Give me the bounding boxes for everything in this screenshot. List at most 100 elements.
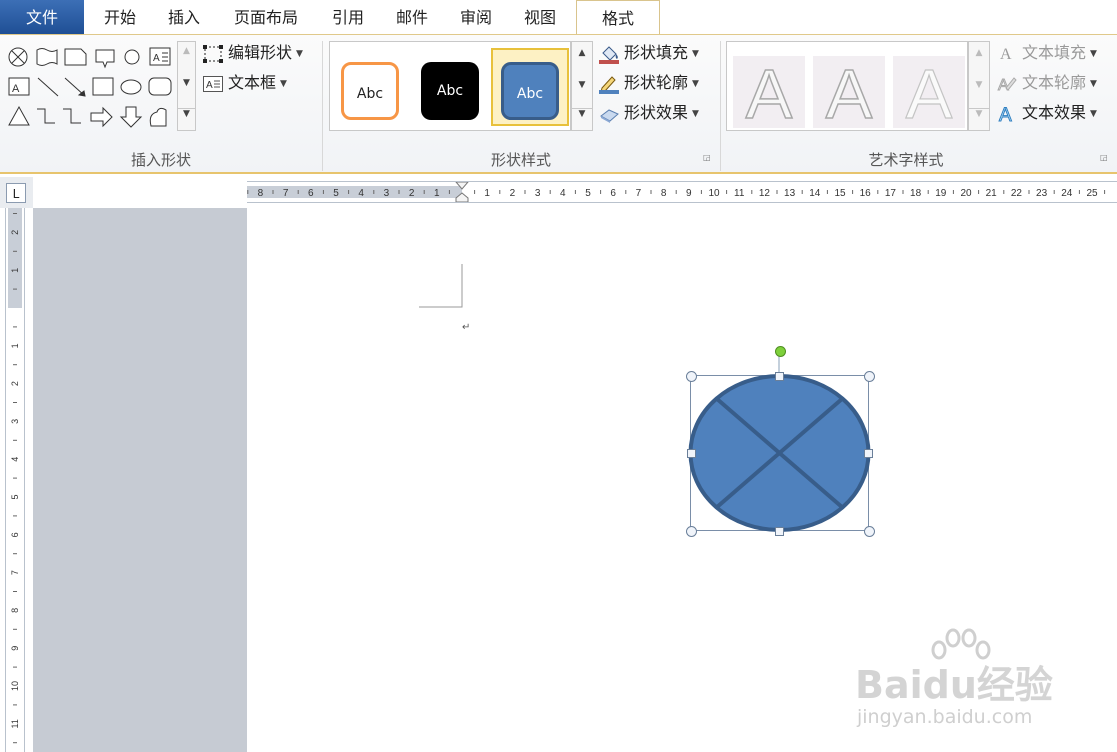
shapes-more-button[interactable]: ▼ — [178, 108, 195, 119]
arrow-line-icon — [64, 77, 86, 97]
text-effects-icon: A — [999, 104, 1013, 124]
shapes-gallery[interactable]: A A — [5, 41, 177, 131]
tab-references[interactable]: 引用 — [316, 0, 380, 34]
rotation-handle[interactable] — [775, 346, 786, 357]
wordart-scroll-up-button[interactable]: ▲ — [969, 48, 989, 58]
resize-handle-left[interactable] — [687, 449, 696, 458]
tab-format[interactable]: 格式 — [576, 0, 660, 36]
dropdown-arrow-icon: ▼ — [692, 108, 699, 119]
ruler-number: 4 — [358, 188, 364, 199]
ruler-number: 1 — [10, 268, 20, 273]
tab-stop-selector-button[interactable]: L — [6, 183, 26, 203]
text-effects-button[interactable]: A 文本效果 ▼ — [996, 101, 1097, 125]
shapes-scroll-down-button[interactable]: ▼ — [178, 78, 195, 88]
ruler-number: 20 — [960, 188, 972, 199]
text-fill-button[interactable]: A 文本填充 ▼ — [996, 41, 1097, 65]
dropdown-arrow-icon: ▼ — [692, 78, 699, 89]
edit-shape-button[interactable]: 编辑形状 ▼ — [202, 41, 303, 65]
ruler-number: 24 — [1061, 188, 1073, 199]
resize-handle-bottom-right[interactable] — [864, 526, 875, 537]
horizontal-ruler[interactable]: 8 7 6 5 4 3 2 1 1 2 3 4 5 6 7 8 9 10 11 12 13 14 15 16 17 18 19 20 2… — [247, 181, 1117, 203]
tab-review[interactable]: 审阅 — [444, 0, 508, 34]
ruler-number: 8 — [10, 608, 20, 613]
circle-icon — [124, 49, 140, 65]
group-label-shape-styles: 形状样式 — [490, 151, 551, 169]
wordart-letter-icon: A — [905, 54, 953, 133]
shapes-gallery-scroll: ▲ ▼ ▼ — [177, 41, 196, 131]
wordart-letter-icon: A — [745, 54, 794, 134]
text-fill-label: 文本填充 — [1022, 43, 1087, 62]
shapes-gallery-icons: A A — [8, 47, 172, 128]
workspace-background — [33, 208, 247, 752]
ruler-number: 5 — [585, 188, 591, 199]
document-page[interactable]: ↵ Baidu经验 jingyan.baidu.com — [247, 208, 1117, 752]
ruler-number: 13 — [784, 188, 796, 199]
ruler-number: 11 — [734, 188, 745, 199]
resize-handle-bottom[interactable] — [775, 527, 784, 536]
style-preset-orange-outline[interactable]: Abc — [341, 62, 399, 120]
shape-styles-more-button[interactable]: ▼ — [572, 108, 592, 119]
dropdown-arrow-icon: ▼ — [692, 48, 699, 59]
shape-styles-scroll-down-button[interactable]: ▼ — [572, 80, 592, 90]
oval-icon — [120, 79, 142, 95]
wordart-dialog-launcher-icon[interactable]: ◲ — [1100, 153, 1109, 162]
wordart-scroll-down-button[interactable]: ▼ — [969, 80, 989, 90]
rectangle-icon — [92, 77, 114, 96]
tab-mailings[interactable]: 邮件 — [380, 0, 444, 34]
resize-handle-top[interactable] — [775, 372, 784, 381]
svg-text:A: A — [906, 56, 953, 128]
shape-styles-gallery: Abc Abc Abc — [329, 41, 571, 131]
text-outline-label: 文本轮廓 — [1022, 73, 1087, 92]
ruler-number: 6 — [610, 188, 616, 199]
dropdown-arrow-icon: ▼ — [296, 48, 303, 59]
resize-handle-top-right[interactable] — [864, 371, 875, 382]
shape-effects-icon — [600, 108, 619, 123]
svg-text:A: A — [826, 56, 873, 128]
text-box-button[interactable]: A 文本框 ▼ — [202, 71, 287, 95]
shape-styles-scroll: ▲ ▼ ▼ — [571, 41, 593, 131]
paint-bucket-icon — [599, 45, 619, 64]
text-box-icon: A — [149, 47, 171, 66]
wordart-style-3[interactable]: A — [893, 54, 965, 134]
tab-insert[interactable]: 插入 — [152, 0, 216, 34]
shape-fill-button[interactable]: 形状填充 ▼ — [598, 41, 699, 65]
line-icon — [37, 77, 59, 97]
wordart-scroll: ▲ ▼ ▼ — [968, 41, 990, 131]
ruler-number: 6 — [308, 188, 314, 199]
shape-outline-button[interactable]: 形状轮廓 ▼ — [598, 71, 699, 95]
wordart-style-1[interactable]: A — [733, 54, 805, 134]
triangle-icon — [8, 105, 30, 126]
ruler-number: 3 — [535, 188, 541, 199]
dropdown-arrow-icon: ▼ — [1090, 78, 1097, 89]
ruler-corner: L — [0, 177, 33, 208]
tab-home[interactable]: 开始 — [88, 0, 152, 34]
wordart-style-2[interactable]: A — [813, 54, 885, 134]
style-preset-blue-fill[interactable]: Abc — [501, 62, 559, 120]
horizontal-ruler-scale: 8 7 6 5 4 3 2 1 1 2 3 4 5 6 7 8 9 10 11 12 13 14 15 16 17 18 19 20 2… — [247, 182, 1106, 202]
resize-handle-bottom-left[interactable] — [686, 526, 697, 537]
shape-effects-button[interactable]: 形状效果 ▼ — [598, 101, 699, 125]
shape-styles-dialog-launcher-icon[interactable]: ◲ — [703, 153, 712, 162]
shape-styles-scroll-up-button[interactable]: ▲ — [572, 48, 592, 58]
ruler-number: 7 — [636, 188, 642, 199]
ruler-number: 10 — [708, 188, 720, 199]
wordart-more-button[interactable]: ▼ — [969, 108, 989, 119]
style-preset-black-fill[interactable]: Abc — [421, 62, 479, 120]
vertical-ruler[interactable]: 2 1 1 2 3 4 5 6 7 8 9 10 11 — [5, 208, 25, 752]
resize-handle-right[interactable] — [864, 449, 873, 458]
ruler-number: 5 — [333, 188, 339, 199]
resize-handle-top-left[interactable] — [686, 371, 697, 382]
ruler-number: 4 — [560, 188, 566, 199]
ruler-number: 2 — [10, 381, 20, 386]
edit-shape-label: 编辑形状 — [228, 43, 293, 62]
tab-view[interactable]: 视图 — [508, 0, 572, 34]
tab-file[interactable]: 文件 — [0, 0, 84, 34]
tab-page-layout[interactable]: 页面布局 — [218, 0, 314, 34]
text-outline-button[interactable]: A 文本轮廓 ▼ — [996, 71, 1097, 95]
ruler-number: 10 — [10, 681, 20, 691]
shapes-scroll-up-button[interactable]: ▲ — [178, 46, 195, 56]
flowchart-or-shape[interactable] — [686, 346, 875, 537]
ruler-number: 2 — [10, 230, 20, 235]
pencil-icon — [599, 75, 619, 94]
right-arrow-icon — [90, 106, 113, 128]
